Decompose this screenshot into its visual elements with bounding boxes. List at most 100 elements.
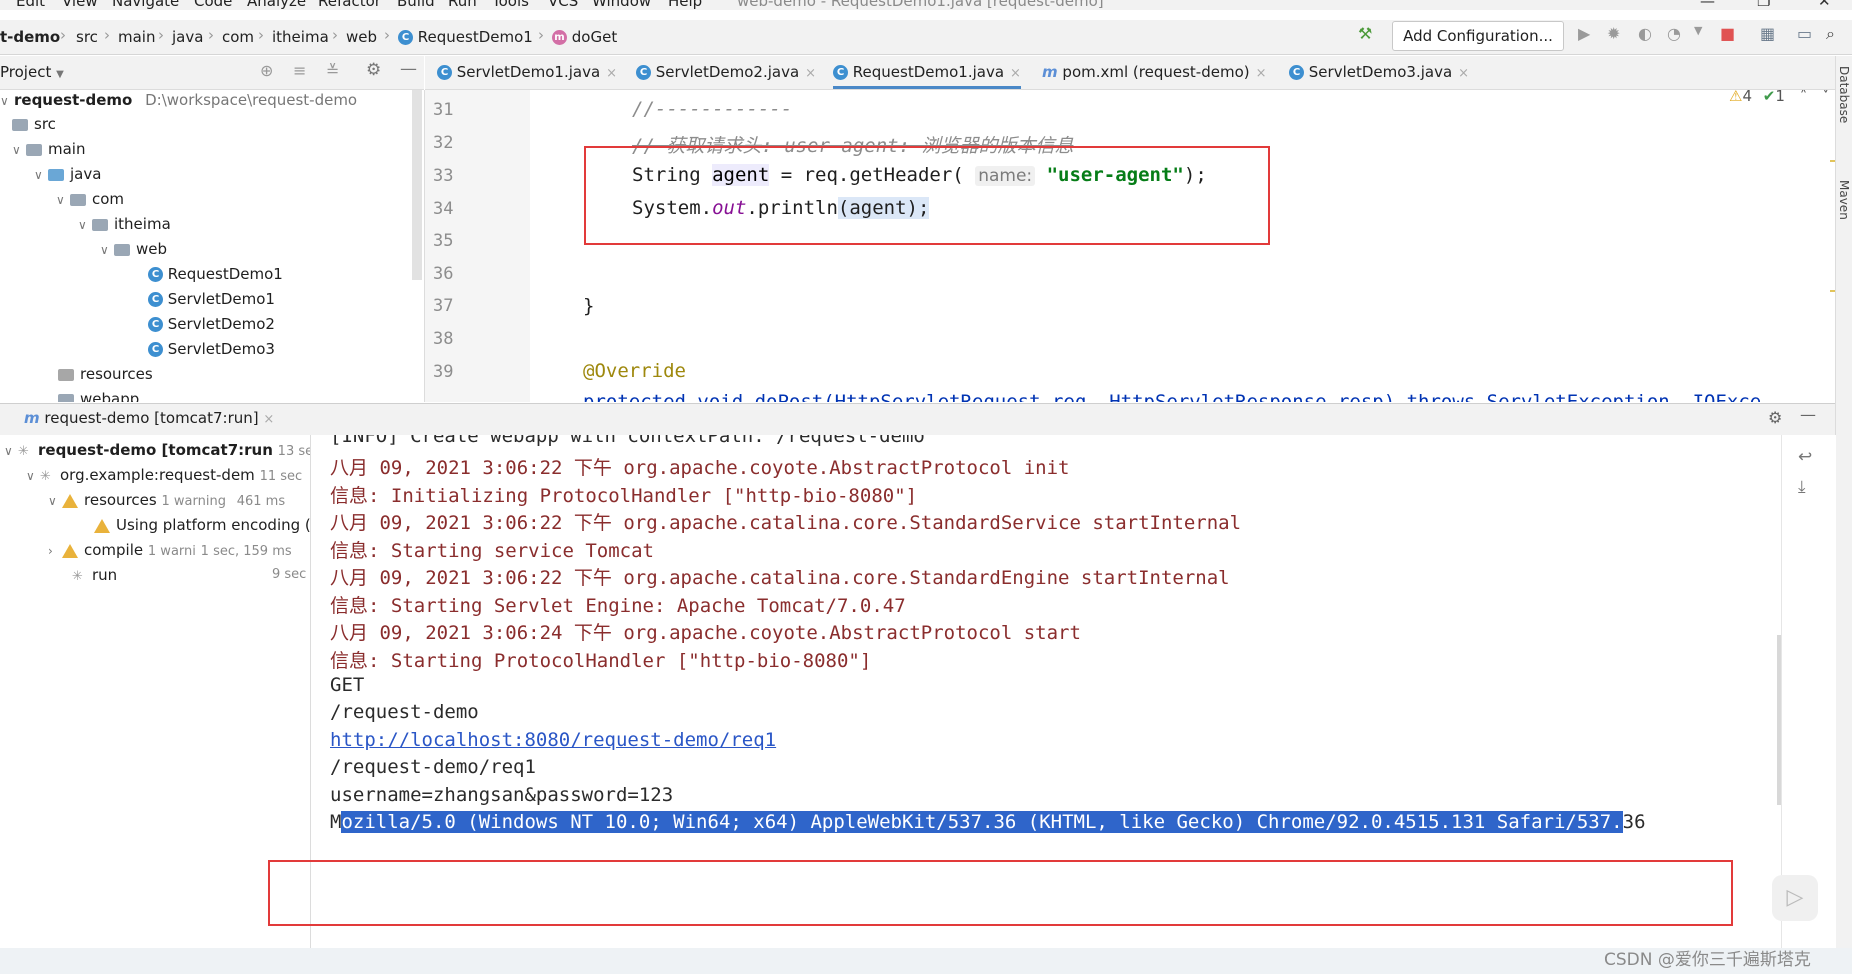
menu-edit[interactable]: Edit: [16, 0, 45, 10]
profile-icon[interactable]: ◔: [1667, 24, 1681, 43]
gear-icon[interactable]: ⚙: [366, 60, 381, 80]
warning-count: 4: [1742, 90, 1752, 105]
coverage-icon[interactable]: ◐: [1638, 24, 1652, 43]
project-structure-icon[interactable]: ▦: [1760, 24, 1775, 43]
build-tree-item[interactable]: ∨ ✳ request-demo [tomcat7:run 13 sec: [4, 438, 310, 462]
close-tab-icon[interactable]: ×: [1010, 66, 1021, 81]
class-icon: C: [148, 317, 163, 332]
build-tree-item[interactable]: Using platform encoding (: [94, 513, 310, 537]
debug-icon[interactable]: ✹: [1607, 24, 1620, 43]
menu-refactor[interactable]: Refactor: [318, 0, 381, 10]
build-tree-item[interactable]: ∨ resources 1 warning 461 ms: [48, 488, 285, 512]
soft-wrap-icon[interactable]: ↩: [1798, 447, 1812, 467]
build-item-time: 1 sec, 159 ms: [200, 544, 292, 559]
maximize-icon[interactable]: ❐: [1757, 0, 1770, 10]
project-view-selector[interactable]: Project ▼: [0, 63, 64, 81]
hide-panel-icon[interactable]: —: [400, 59, 417, 79]
build-tree-item[interactable]: ∨ ✳ org.example:request-dem 11 sec: [26, 463, 302, 487]
chevron-down-icon[interactable]: ▼: [1694, 24, 1702, 37]
menu-navigate[interactable]: Navigate: [112, 0, 179, 10]
chevron-down-icon[interactable]: ˅: [1822, 90, 1830, 105]
scroll-to-end-icon[interactable]: ⤓: [1798, 477, 1806, 497]
line-number: 33: [433, 166, 454, 186]
tab-pom[interactable]: m pom.xml (request-demo) ×: [1042, 56, 1267, 89]
tab-servletdemo2[interactable]: C ServletDemo2.java ×: [636, 56, 816, 89]
line-number: 35: [433, 231, 454, 251]
menu-vcs[interactable]: VCS: [548, 0, 578, 10]
tree-item-src[interactable]: src: [12, 112, 56, 136]
class-icon: C: [636, 65, 651, 80]
chevron-down-icon: ∨: [56, 193, 65, 207]
locate-icon[interactable]: ⊕: [260, 61, 273, 80]
module-path: D:\workspace\request-demo: [145, 91, 358, 109]
class-icon: C: [148, 342, 163, 357]
menu-analyze[interactable]: Analyze: [247, 0, 306, 10]
build-tree-item[interactable]: › compile 1 warni 1 sec, 159 ms: [48, 538, 292, 562]
tree-item-resources[interactable]: resources: [58, 362, 153, 386]
menu-code[interactable]: Code: [194, 0, 232, 10]
tree-item-main[interactable]: ∨ main: [12, 137, 85, 161]
play-overlay-icon[interactable]: ▷: [1772, 875, 1818, 921]
crumb-java[interactable]: java: [172, 28, 203, 46]
stop-icon[interactable]: ■: [1720, 24, 1735, 43]
close-tab-icon[interactable]: ×: [263, 412, 274, 427]
menu-tools[interactable]: Tools: [492, 0, 529, 10]
tab-servletdemo3[interactable]: C ServletDemo3.java ×: [1289, 56, 1469, 89]
close-tab-icon[interactable]: ×: [606, 66, 617, 81]
menu-build[interactable]: Build: [397, 0, 435, 10]
crumb-main[interactable]: main: [118, 28, 155, 46]
tree-item-itheima[interactable]: ∨ itheima: [78, 212, 171, 236]
tab-servletdemo1[interactable]: C ServletDemo1.java ×: [437, 56, 617, 89]
close-tab-icon[interactable]: ×: [805, 66, 816, 81]
database-tool-button[interactable]: Database: [1837, 66, 1851, 123]
hide-panel-icon[interactable]: —: [1800, 405, 1816, 424]
project-scrollbar[interactable]: [412, 90, 422, 280]
code-editor[interactable]: //------------ // 获取请求头: user-agent: 浏览器…: [530, 90, 1835, 402]
add-configuration-button[interactable]: Add Configuration...: [1392, 21, 1564, 51]
chevron-up-icon[interactable]: ˄: [1800, 90, 1808, 105]
run-icon[interactable]: ▶: [1578, 24, 1590, 43]
gear-icon[interactable]: ⚙: [1768, 408, 1782, 427]
tree-item-com[interactable]: ∨ com: [56, 187, 124, 211]
collapse-all-icon[interactable]: ≚: [326, 61, 339, 80]
layout-icon[interactable]: ▭: [1797, 24, 1812, 43]
search-icon[interactable]: ⌕: [1826, 24, 1835, 44]
class-icon: C: [148, 267, 163, 282]
expand-all-icon[interactable]: ≡: [293, 61, 306, 80]
inspection-widget[interactable]: ⚠4 ✔1 ˄ ˅: [1729, 90, 1829, 105]
menu-run[interactable]: Run: [448, 0, 477, 10]
close-icon[interactable]: ✕: [1818, 0, 1831, 10]
maven-tool-button[interactable]: Maven: [1837, 180, 1851, 220]
crumb-module[interactable]: t-demo: [0, 28, 60, 46]
tree-item-java[interactable]: ∨ java: [34, 162, 101, 186]
build-tree-item[interactable]: ✳ run 9 sec: [72, 563, 306, 587]
chevron-down-icon: ∨: [4, 444, 13, 458]
crumb-class[interactable]: C RequestDemo1: [398, 28, 533, 46]
menu-help[interactable]: Help: [668, 0, 702, 10]
resources-folder-icon: [58, 368, 74, 381]
minimize-icon[interactable]: —: [1700, 0, 1715, 10]
tree-item-class[interactable]: C ServletDemo2: [148, 312, 275, 336]
crumb-src[interactable]: src: [76, 28, 98, 46]
console-link[interactable]: http://localhost:8080/request-demo/req1: [330, 729, 776, 751]
menu-view[interactable]: View: [62, 0, 98, 10]
crumb-com[interactable]: com: [222, 28, 254, 46]
crumb-itheima[interactable]: itheima: [272, 28, 329, 46]
close-tab-icon[interactable]: ×: [1256, 66, 1267, 81]
crumb-method[interactable]: m doGet: [552, 28, 617, 46]
tree-item-class[interactable]: C RequestDemo1: [148, 262, 283, 286]
tree-item-web[interactable]: ∨ web: [100, 237, 167, 261]
crumb-web[interactable]: web: [346, 28, 377, 46]
tree-item-label: main: [48, 140, 86, 158]
tab-requestdemo1[interactable]: C RequestDemo1.java ×: [833, 56, 1021, 89]
tree-item-class[interactable]: C ServletDemo3: [148, 337, 275, 361]
run-tab[interactable]: m request-demo [tomcat7:run] ×: [24, 409, 274, 427]
build-hammer-icon[interactable]: ⚒: [1358, 24, 1372, 43]
menu-window[interactable]: Window: [592, 0, 651, 10]
tree-item-label: src: [34, 115, 56, 133]
tree-item-module[interactable]: ∨ request-demo D:\workspace\request-demo: [0, 90, 357, 112]
tree-item-webapp[interactable]: webapp: [58, 387, 139, 402]
tree-item-class[interactable]: C ServletDemo1: [148, 287, 275, 311]
close-tab-icon[interactable]: ×: [1458, 66, 1469, 81]
build-item-time: 11 sec: [259, 469, 303, 484]
